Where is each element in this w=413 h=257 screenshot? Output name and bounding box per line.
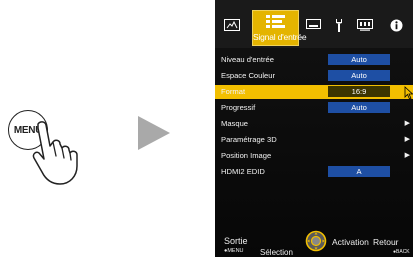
- installation-icon: [305, 19, 321, 29]
- arrow-right-icon: [138, 116, 170, 150]
- exit-hint-key: ●MENU: [224, 248, 244, 254]
- back-hint-label: Retour: [373, 237, 399, 247]
- tab-information[interactable]: [387, 16, 405, 34]
- projector-osd-menu: Signal d'entrée Niveau d'entrée Auto Esp…: [215, 0, 413, 257]
- pressing-hand-icon: [32, 121, 78, 185]
- menu-illustration: MENU: [0, 0, 200, 257]
- menu-item-label: Paramétrage 3D: [221, 135, 277, 144]
- menu-item-parametrage-3d[interactable]: Paramétrage 3D ▶: [215, 133, 413, 147]
- menu-item-niveau-entree[interactable]: Niveau d'entrée Auto: [215, 53, 413, 67]
- submenu-arrow-icon: ▶: [404, 120, 410, 127]
- tab-installation[interactable]: [303, 16, 323, 34]
- menu-item-label: Progressif: [221, 103, 256, 112]
- info-icon: [390, 19, 402, 31]
- tab-picture[interactable]: [221, 16, 243, 34]
- menu-tab-bar: Signal d'entrée: [215, 0, 413, 48]
- menu-item-position-image[interactable]: Position Image ▶: [215, 149, 413, 163]
- setup-wrench-icon: [336, 19, 342, 32]
- menu-item-progressif[interactable]: Progressif Auto: [215, 101, 413, 115]
- picture-icon: [224, 19, 240, 31]
- dpad-ok-icon: [305, 230, 327, 252]
- tab-input-signal-label: Signal d'entrée: [253, 32, 307, 42]
- activation-hint-label: Activation: [332, 237, 369, 247]
- tab-display-setup[interactable]: [355, 16, 375, 34]
- osd-footer: Sortie ●MENU Sélection Activation Retour…: [215, 230, 413, 257]
- menu-item-label: Position Image: [221, 151, 272, 160]
- submenu-arrow-icon: ▶: [404, 152, 410, 159]
- display-setup-icon: [357, 19, 373, 31]
- menu-item-espace-couleur[interactable]: Espace Couleur Auto: [215, 69, 413, 83]
- menu-item-label: HDMI2 EDID: [221, 167, 265, 176]
- menu-item-label: Format: [221, 87, 246, 96]
- menu-item-value: Auto: [328, 54, 390, 65]
- selection-hint-label: Sélection: [260, 248, 293, 257]
- menu-list: Niveau d'entrée Auto Espace Couleur Auto…: [215, 53, 413, 181]
- menu-item-value: A: [328, 166, 390, 177]
- input-signal-icon: [266, 15, 285, 28]
- tab-input-signal[interactable]: Signal d'entrée: [252, 10, 307, 46]
- submenu-arrow-icon: ▶: [404, 136, 410, 143]
- tab-setup[interactable]: [331, 16, 347, 34]
- menu-item-label: Espace Couleur: [221, 71, 276, 80]
- menu-item-value: Auto: [328, 102, 390, 113]
- menu-item-value: 16:9: [328, 86, 390, 97]
- pointer-cursor-icon: [404, 86, 413, 100]
- exit-hint-label: Sortie: [224, 236, 248, 246]
- menu-item-label: Niveau d'entrée: [221, 55, 274, 64]
- menu-item-format[interactable]: Format 16:9: [215, 85, 413, 99]
- menu-item-value: Auto: [328, 70, 390, 81]
- menu-item-label: Masque: [221, 119, 249, 128]
- menu-item-hdmi2-edid[interactable]: HDMI2 EDID A: [215, 165, 413, 179]
- back-hint-key: ●BACK: [393, 249, 410, 255]
- menu-item-masque[interactable]: Masque ▶: [215, 117, 413, 131]
